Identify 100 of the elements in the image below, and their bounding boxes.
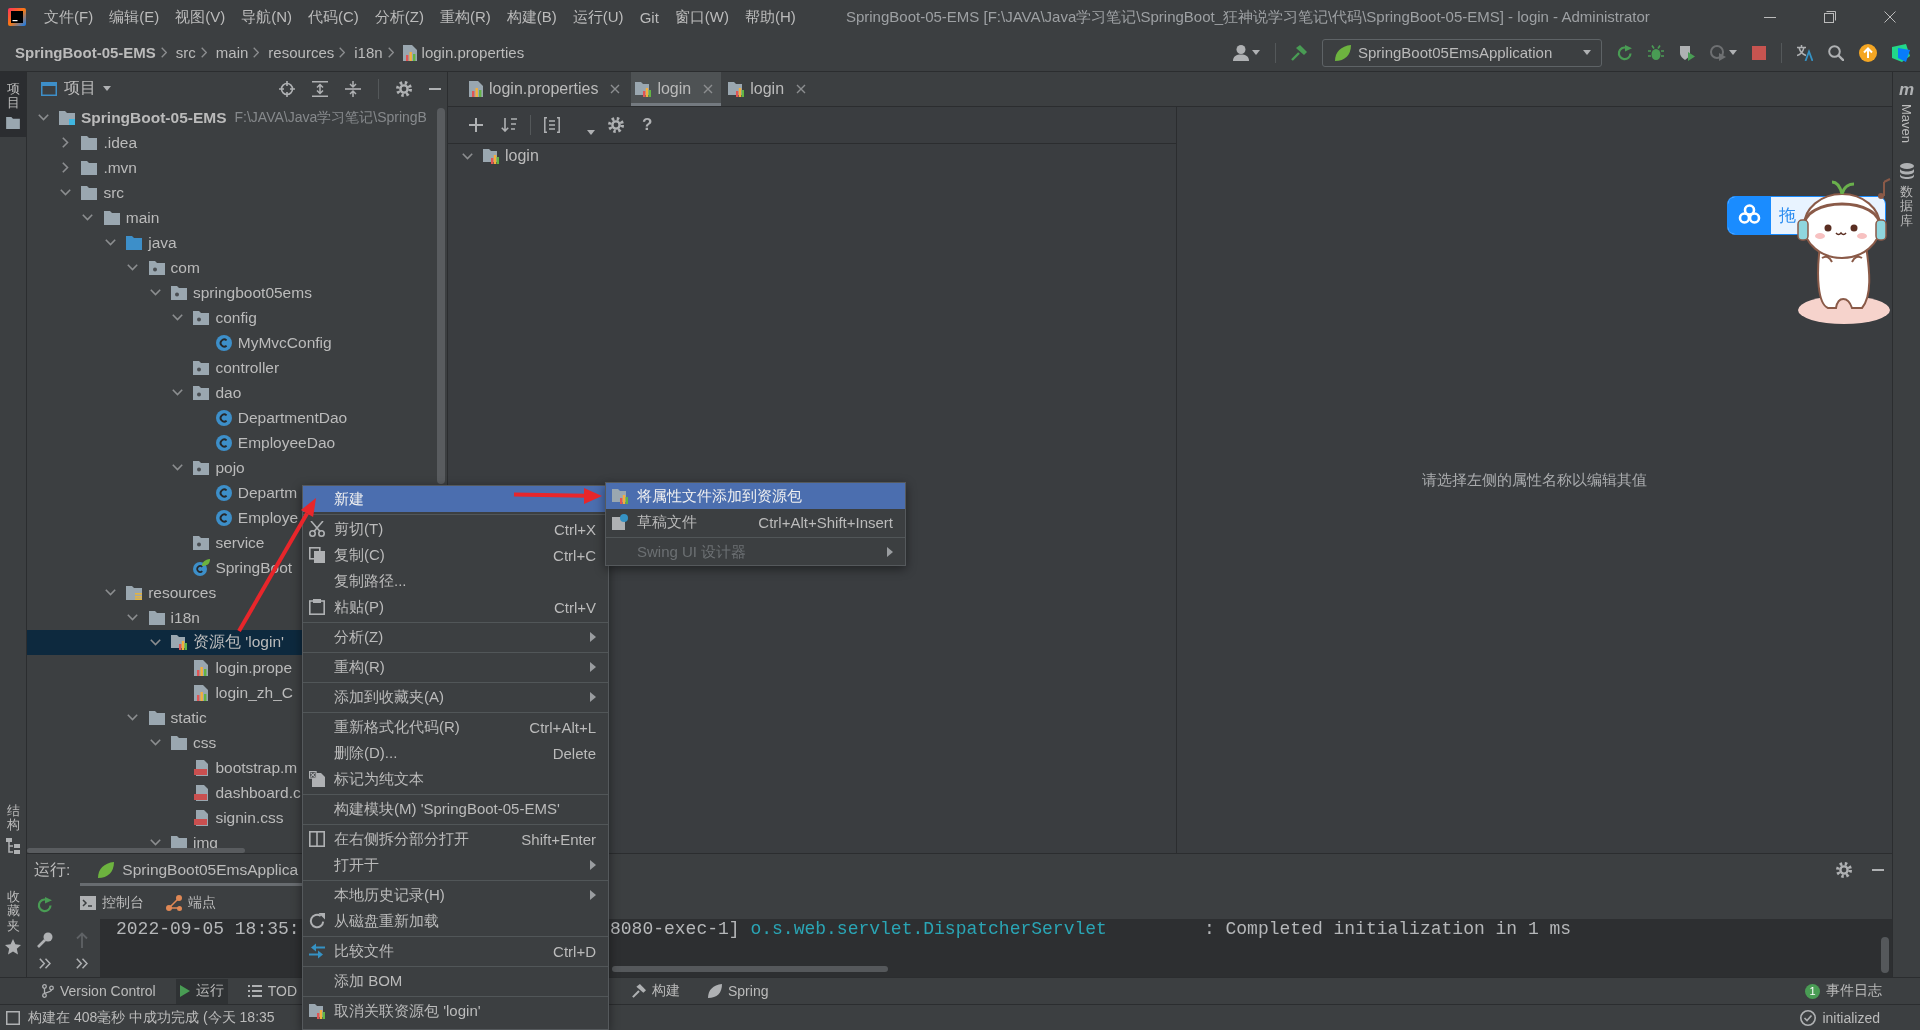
square-icon[interactable] — [6, 1010, 20, 1025]
caret-icon[interactable] — [1252, 50, 1260, 55]
chevron-down-icon[interactable] — [461, 152, 473, 160]
tree-item[interactable]: bootstrap.m — [169, 755, 298, 780]
tree-item[interactable]: com — [124, 255, 200, 280]
menu-item[interactable]: 将属性文件添加到资源包 — [606, 483, 905, 509]
tree-item[interactable]: SpringBoot-05-EMS F:\JAVA\Java学习笔记\SpringB — [35, 105, 427, 130]
chevron-right-icon[interactable] — [61, 137, 69, 148]
bracket-list-icon[interactable] — [544, 117, 560, 133]
chevron-down-icon[interactable] — [127, 714, 139, 721]
tree-item[interactable]: dao — [169, 380, 242, 405]
tree-item[interactable]: Departm — [191, 480, 298, 505]
breadcrumb-item[interactable]: resources — [268, 44, 335, 61]
tree-item[interactable]: static — [124, 705, 207, 730]
event-log-button[interactable]: 1 事件日志 — [1805, 982, 1882, 1000]
chevron-down-icon[interactable] — [171, 314, 183, 321]
run-config-dropdown[interactable]: SpringBoot05EmsApplication — [1322, 38, 1602, 67]
breadcrumb-item[interactable]: login.properties — [402, 44, 525, 61]
double-chevron-icon[interactable] — [39, 958, 51, 969]
tree-item[interactable]: springboot05ems — [147, 280, 312, 305]
close-icon[interactable] — [610, 84, 621, 94]
menu-item[interactable]: 草稿文件 Ctrl+Alt+Shift+Insert — [606, 509, 905, 535]
menu-item[interactable]: 重构(R) — [303, 654, 608, 680]
breadcrumb-item[interactable]: i18n — [354, 44, 383, 61]
editor-tab[interactable]: login — [631, 72, 722, 106]
chevron-down-icon[interactable] — [59, 189, 71, 196]
tool-window-tab[interactable]: 收藏夹 — [0, 880, 26, 963]
menu-bar-item[interactable]: 代码(C) — [308, 7, 359, 27]
tree-item[interactable]: login — [459, 144, 543, 168]
close-icon[interactable] — [1884, 11, 1896, 23]
tool-window-tab[interactable]: 结构 — [0, 793, 26, 863]
caret-icon[interactable] — [1729, 50, 1737, 55]
tree-item[interactable]: EmployeeDao — [191, 430, 336, 455]
scrollbar-thumb[interactable] — [27, 848, 245, 853]
settings-icon[interactable] — [396, 80, 412, 97]
menu-item[interactable]: 复制路径... — [303, 568, 608, 594]
help-button[interactable]: ? — [642, 115, 653, 135]
tree-item[interactable]: controller — [169, 355, 280, 380]
chevron-down-icon[interactable] — [171, 464, 183, 471]
circle-play-icon[interactable] — [1710, 44, 1726, 61]
tree-item[interactable]: signin.css — [169, 805, 284, 830]
chevron-down-icon[interactable] — [149, 839, 161, 846]
tree-item[interactable]: login_zh_C — [169, 680, 293, 705]
tree-item[interactable]: .mvn — [57, 155, 137, 180]
menu-item[interactable]: 重新格式化代码(R) Ctrl+Alt+L — [303, 714, 608, 740]
menu-item[interactable]: 打开于 — [303, 852, 608, 878]
breadcrumb-item[interactable]: SpringBoot-05-EMS — [15, 44, 156, 61]
breadcrumb-item[interactable]: main — [215, 44, 249, 61]
tree-item[interactable]: i18n — [124, 605, 200, 630]
wrench-icon[interactable] — [37, 932, 53, 948]
menu-item[interactable]: 标记为纯文本 — [303, 766, 608, 792]
menu-item[interactable]: 粘贴(P) Ctrl+V — [303, 594, 608, 620]
chevron-down-icon[interactable] — [104, 589, 116, 596]
menu-item[interactable]: 在右侧拆分部分打开 Shift+Enter — [303, 826, 608, 852]
tree-item[interactable]: DepartmentDao — [191, 405, 348, 430]
scrollbar-thumb[interactable] — [612, 966, 888, 972]
settings-icon[interactable] — [608, 117, 624, 133]
tree-item[interactable]: config — [169, 305, 257, 330]
chevron-right-icon[interactable] — [61, 162, 69, 173]
chevron-down-icon[interactable] — [37, 114, 49, 121]
tool-window-tab[interactable]: m Maven — [1898, 82, 1915, 144]
tool-window-tab[interactable]: 项目 — [0, 72, 26, 137]
menu-item[interactable]: 从磁盘重新加载 — [303, 908, 608, 934]
menu-bar-item[interactable]: Git — [639, 8, 659, 26]
minimize-icon[interactable] — [1764, 16, 1776, 18]
colorful-logo-icon[interactable] — [1892, 43, 1910, 62]
menu-item[interactable]: 新建 — [303, 486, 608, 512]
panel-title-dropdown[interactable]: 项目 — [41, 78, 111, 99]
chevron-down-icon[interactable] — [149, 739, 161, 746]
tree-item[interactable]: service — [169, 530, 265, 555]
menu-bar-item[interactable]: 构建(B) — [506, 7, 557, 27]
plus-icon[interactable] — [469, 118, 483, 132]
menu-bar-item[interactable]: 导航(N) — [241, 7, 292, 27]
chevron-down-icon[interactable] — [104, 239, 116, 246]
tree-item[interactable]: dashboard.c — [169, 780, 301, 805]
menu-item[interactable]: 复制(C) Ctrl+C — [303, 542, 608, 568]
chevron-down-icon[interactable] — [127, 264, 139, 271]
scrollbar-thumb[interactable] — [437, 108, 445, 484]
editor-tab[interactable]: login.properties — [465, 72, 629, 106]
arrow-up-circle-icon[interactable] — [1859, 43, 1877, 62]
tree-item[interactable]: login.prope — [169, 655, 293, 680]
menu-item[interactable]: 取消关联资源包 'login' — [303, 998, 608, 1024]
app-logo-icon[interactable] — [8, 8, 26, 26]
tool-tab[interactable]: 控制台 — [80, 893, 144, 912]
menu-item[interactable]: 构建模块(M) 'SpringBoot-05-EMS' — [303, 796, 608, 822]
menu-item[interactable]: 剪切(T) Ctrl+X — [303, 516, 608, 542]
menu-bar-item[interactable]: 帮助(H) — [744, 7, 796, 27]
breadcrumb-item[interactable]: src — [175, 44, 196, 61]
menu-item[interactable]: 本地历史记录(H) — [303, 882, 608, 908]
menu-item[interactable]: 添加 BOM — [303, 968, 608, 994]
menu-item[interactable]: 分析(Z) — [303, 624, 608, 650]
restore-icon[interactable] — [1824, 11, 1836, 23]
scrollbar-thumb[interactable] — [1881, 937, 1889, 973]
chevron-down-icon[interactable] — [171, 389, 183, 396]
minimize-icon[interactable] — [429, 87, 441, 90]
tool-window-tab[interactable]: 构建 — [628, 978, 684, 1004]
menu-bar-item[interactable]: 视图(V) — [175, 7, 226, 27]
tool-tab[interactable]: 端点 — [166, 893, 216, 912]
shield-play-icon[interactable] — [1679, 44, 1695, 61]
chevron-down-icon[interactable] — [149, 639, 161, 646]
